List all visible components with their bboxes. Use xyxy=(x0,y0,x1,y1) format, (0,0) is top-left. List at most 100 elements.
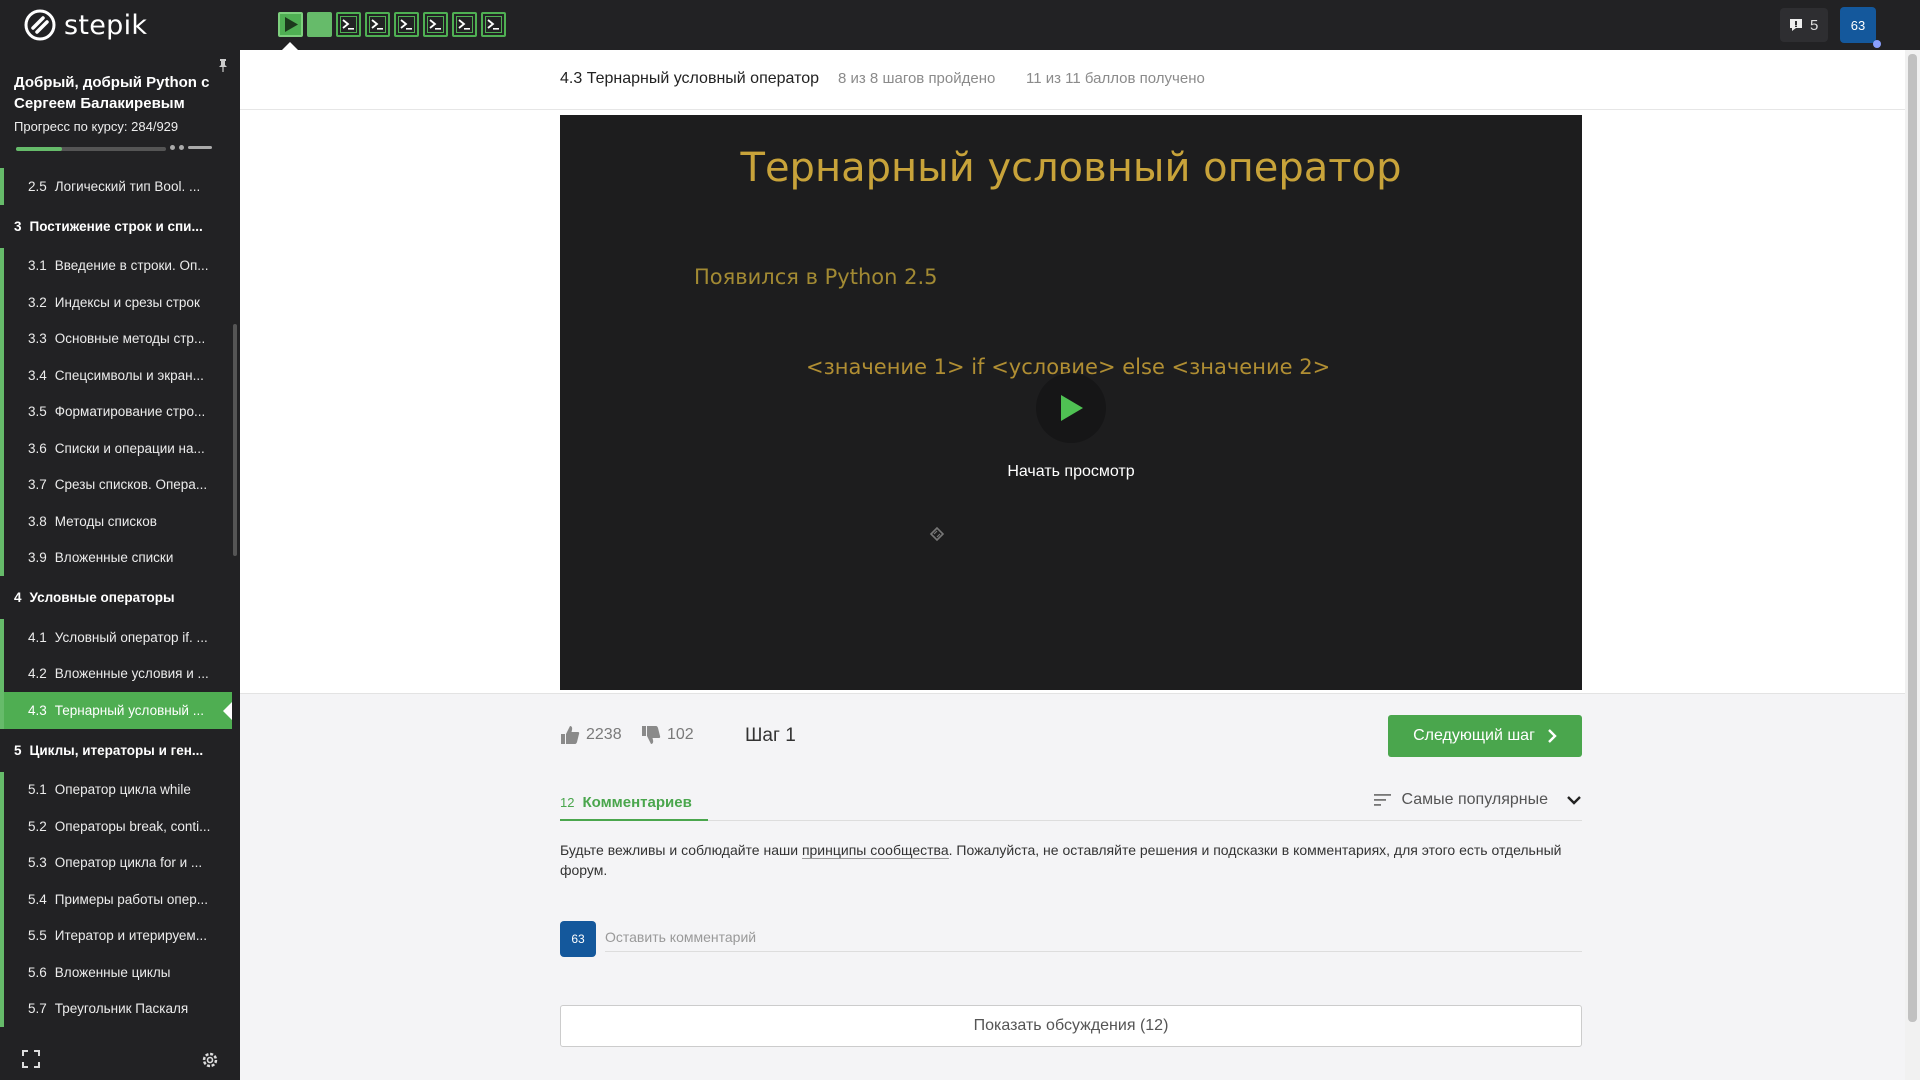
slide-title: Тернарный условный оператор xyxy=(740,145,1402,191)
toc-item-label: Примеры работы опер... xyxy=(54,891,208,907)
course-title[interactable]: Добрый, добрый Python с Сергеем Балакире… xyxy=(14,72,224,114)
like-button[interactable]: 2238 xyxy=(560,725,622,745)
toc-item-number: 2.5 xyxy=(28,178,47,194)
step-label: Шаг 1 xyxy=(745,725,796,746)
comment-avatar: 63 xyxy=(560,921,596,957)
toc-lesson-3-1[interactable]: 3.1 Введение в строки. Оп... xyxy=(0,247,232,285)
community-principles-link[interactable]: принципы сообщества xyxy=(801,842,949,859)
toc-item-label: Форматирование стро... xyxy=(54,404,206,420)
code-step-icon xyxy=(427,16,444,33)
toc-item-number: 5.7 xyxy=(28,1001,47,1017)
step-indicator-3[interactable] xyxy=(336,12,361,37)
toc-lesson-3-9[interactable]: 3.9 Вложенные списки xyxy=(0,539,232,577)
play-step-icon xyxy=(285,17,298,32)
comments-tab-label: Комментариев xyxy=(582,793,692,811)
toc-lesson-3-5[interactable]: 3.5 Форматирование стро... xyxy=(0,393,232,431)
toc-item-label: Условный оператор if. ... xyxy=(54,629,208,645)
toc-item-number: 5.3 xyxy=(28,855,47,871)
toc-lesson-5-2[interactable]: 5.2 Операторы break, conti... xyxy=(0,808,232,845)
toc-lesson-4-2[interactable]: 4.2 Вложенные условия и ... xyxy=(0,655,232,693)
toc-item-label: Списки и операции на... xyxy=(54,440,205,456)
toc-lesson-5-7[interactable]: 5.7 Треугольник Паскаля xyxy=(0,990,232,1028)
stepik-logo[interactable]: stepik xyxy=(24,9,147,41)
top-bar: stepik 5 63 xyxy=(0,0,1920,51)
step-indicator-5[interactable] xyxy=(394,12,419,37)
toc-item-label: Постижение строк и спи... xyxy=(29,218,203,234)
code-step-icon xyxy=(369,16,386,33)
start-watching-label[interactable]: Начать просмотр xyxy=(560,463,1582,481)
fullscreen-icon[interactable] xyxy=(22,1050,40,1068)
toc-lesson-2-5[interactable]: 2.5 Логический тип Bool. ... xyxy=(0,168,232,205)
tab-comments[interactable]: 12 Комментариев xyxy=(560,785,708,821)
step-indicator-1[interactable] xyxy=(278,12,303,37)
toc-lesson-5-3[interactable]: 5.3 Оператор цикла for и ... xyxy=(0,844,232,882)
show-discussions-button[interactable]: Показать обсуждения (12) xyxy=(560,1005,1582,1047)
code-step-icon xyxy=(340,16,357,33)
toc-lesson-3-8[interactable]: 3.8 Методы списков xyxy=(0,503,232,540)
step-indicator-4[interactable] xyxy=(365,12,390,37)
comment-input[interactable] xyxy=(605,922,1582,952)
lesson-steps-bar xyxy=(278,12,506,37)
toc-section-5[interactable]: 5 Циклы, итераторы и ген... xyxy=(0,729,232,772)
step-indicator-7[interactable] xyxy=(452,12,477,37)
toc-item-label: Методы списков xyxy=(54,513,157,529)
next-step-button[interactable]: Следующий шаг xyxy=(1388,715,1582,757)
user-avatar[interactable]: 63 xyxy=(1840,7,1881,48)
toc-item-number: 4.2 xyxy=(28,666,47,682)
code-step-icon xyxy=(456,16,473,33)
video-section: Тернарный условный оператор Появился в P… xyxy=(240,110,1905,694)
toc-lesson-4-1[interactable]: 4.1 Условный оператор if. ... xyxy=(0,619,232,656)
comments-tabs: 12 Комментариев Самые популярные xyxy=(560,785,1582,821)
toc-lesson-4-3[interactable]: 4.3 Тернарный условный ... xyxy=(0,692,232,729)
table-of-contents: 2.5 Логический тип Bool. ... 3 Постижение с… xyxy=(0,168,232,1042)
chevron-down-icon xyxy=(1567,796,1581,805)
toc-item-label: Операторы break, conti... xyxy=(54,818,211,834)
toc-item-label: Спецсимволы и экран... xyxy=(54,367,204,383)
rules-text-before: Будьте вежливы и соблюдайте наши xyxy=(560,842,802,858)
step-indicator-6[interactable] xyxy=(423,12,448,37)
toc-lesson-3-4[interactable]: 3.4 Спецсимволы и экран... xyxy=(0,357,232,394)
sort-dropdown[interactable]: Самые популярные xyxy=(1373,791,1582,809)
pin-icon[interactable] xyxy=(216,58,230,72)
toc-lesson-3-6[interactable]: 3.6 Списки и операции на... xyxy=(0,430,232,467)
lesson-header: 4.3 Тернарный условный оператор 8 из 8 ш… xyxy=(240,50,1905,110)
sort-icon xyxy=(1373,794,1391,806)
progress-more xyxy=(170,145,212,150)
toc-item-number: 5.2 xyxy=(28,818,47,834)
toc-item-label: Основные методы стр... xyxy=(54,331,206,347)
play-button[interactable] xyxy=(1036,373,1106,443)
step-indicator-8[interactable] xyxy=(481,12,506,37)
course-sidebar: Добрый, добрый Python с Сергеем Балакире… xyxy=(0,50,240,1080)
gear-icon[interactable] xyxy=(200,1050,220,1070)
toc-section-4[interactable]: 4 Условные операторы xyxy=(0,576,232,619)
toc-item-label: Индексы и срезы строк xyxy=(54,294,200,310)
video-player[interactable]: Тернарный условный оператор Появился в P… xyxy=(560,115,1582,690)
toc-item-label: Треугольник Паскаля xyxy=(54,1001,189,1017)
toc-lesson-3-2[interactable]: 3.2 Индексы и срезы строк xyxy=(0,284,232,321)
toc-lesson-5-6[interactable]: 5.6 Вложенные циклы xyxy=(0,954,232,991)
play-icon xyxy=(1061,395,1083,421)
toc-item-number: 5.4 xyxy=(28,891,47,907)
toc-item-label: Вложенные циклы xyxy=(54,964,171,980)
course-progress-bar xyxy=(16,147,166,151)
sidebar-scrollbar[interactable] xyxy=(233,324,237,556)
toc-item-number: 5 xyxy=(14,742,22,758)
notifications-button[interactable]: 5 xyxy=(1780,8,1828,42)
dislike-button[interactable]: 102 xyxy=(641,725,694,745)
page-scrollbar-thumb[interactable] xyxy=(1908,54,1917,1022)
toc-section-3[interactable]: 3 Постижение строк и спи... xyxy=(0,205,232,248)
toc-item-number: 4.1 xyxy=(28,629,47,645)
page-scrollbar[interactable] xyxy=(1905,50,1920,1080)
step-indicator-2[interactable] xyxy=(307,12,332,37)
toc-lesson-3-7[interactable]: 3.7 Срезы списков. Опера... xyxy=(0,466,232,504)
toc-lesson-5-1[interactable]: 5.1 Оператор цикла while xyxy=(0,771,232,809)
thumbs-up-icon xyxy=(561,726,580,744)
mouse-cursor-icon xyxy=(929,526,945,542)
toc-lesson-5-5[interactable]: 5.5 Итератор и итерируем... xyxy=(0,917,232,955)
user-avatar-text: 63 xyxy=(1850,17,1866,33)
toc-lesson-5-4[interactable]: 5.4 Примеры работы опер... xyxy=(0,881,232,918)
toc-lesson-3-3[interactable]: 3.3 Основные методы стр... xyxy=(0,320,232,358)
sidebar-footer xyxy=(0,1040,240,1080)
toc-item-number: 3.3 xyxy=(28,331,47,347)
toc-item-number: 5.6 xyxy=(28,964,47,980)
